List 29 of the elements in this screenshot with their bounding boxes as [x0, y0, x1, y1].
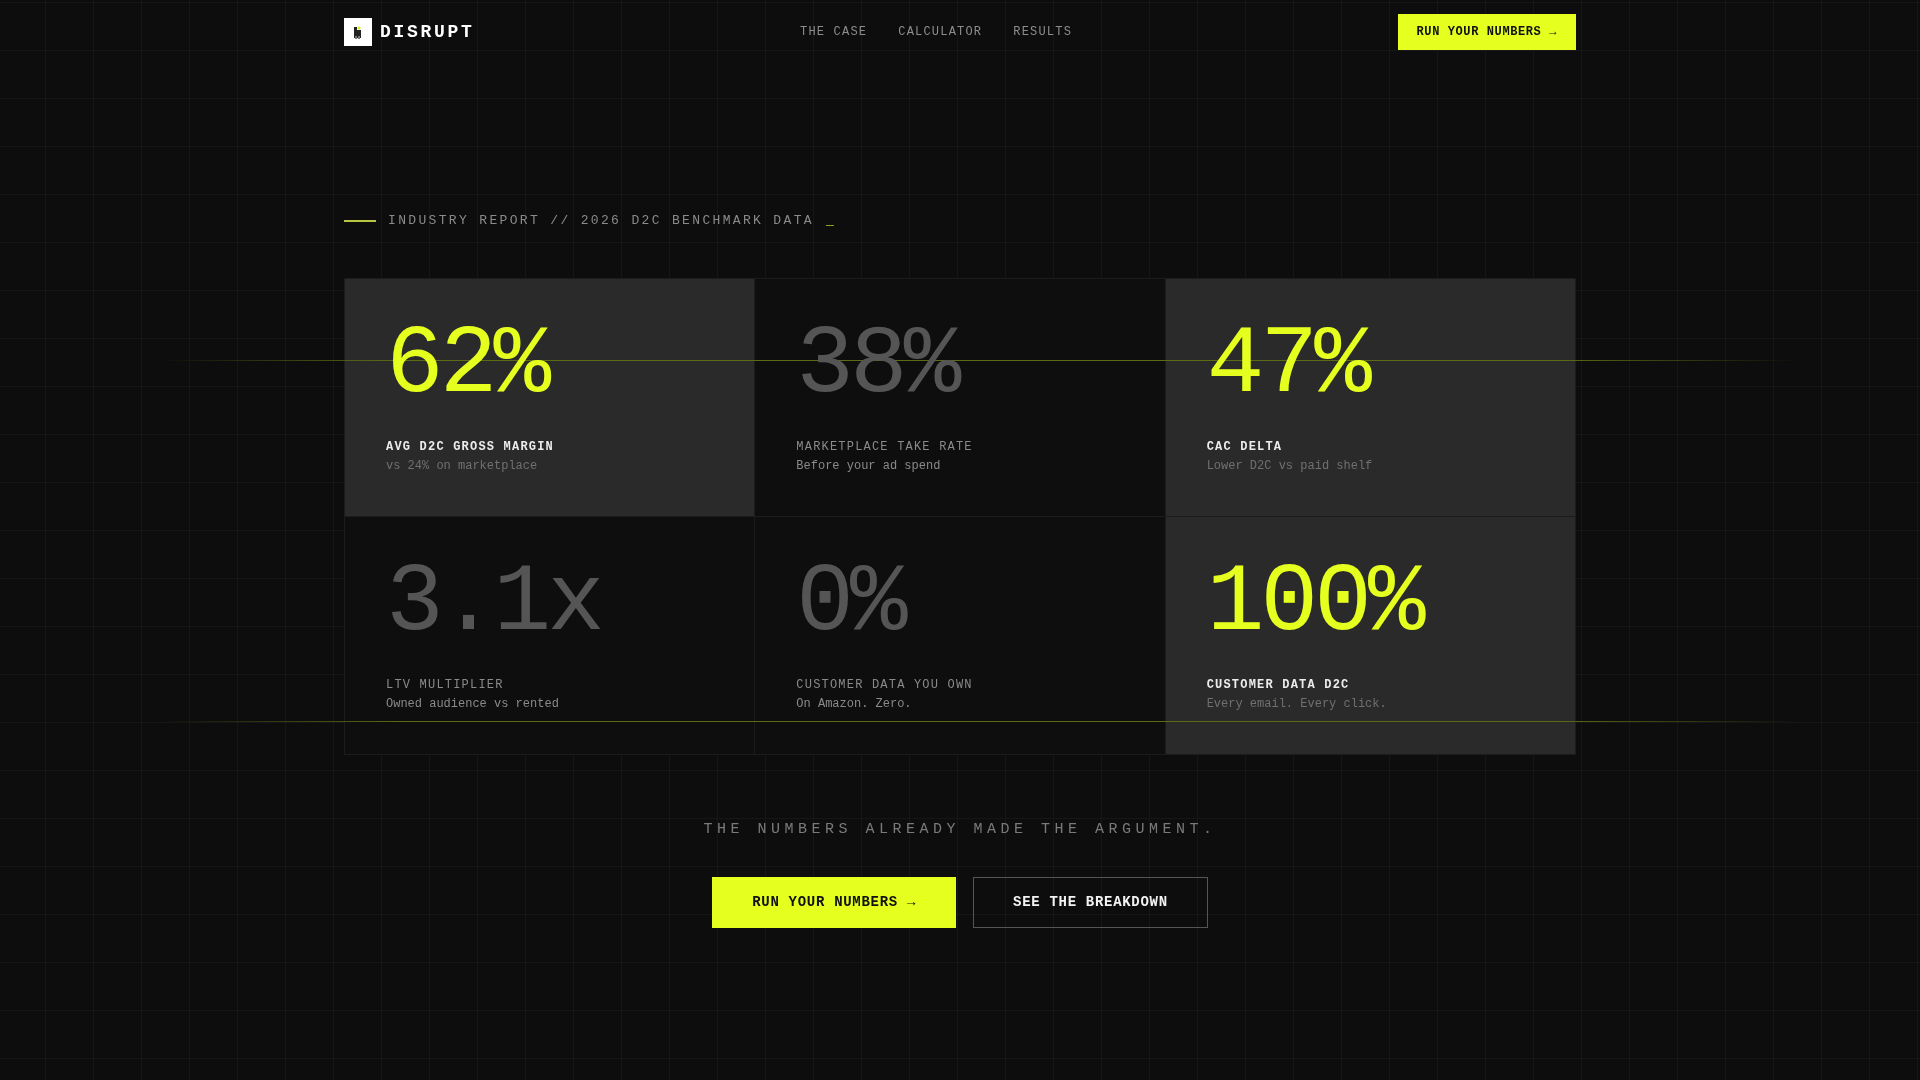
stat-note: vs 24% on marketplace: [386, 458, 538, 475]
stat-note: Every email. Every click.: [1206, 696, 1387, 713]
stat-note: On Amazon. Zero.: [796, 696, 912, 713]
stat-label: MARKETPLACE TAKE RATE: [796, 439, 973, 456]
section-eyebrow: INDUSTRY REPORT // 2026 D2C BENCHMARK DATA: [388, 212, 814, 230]
stat-note: Lower D2C vs paid shelf: [1206, 458, 1373, 475]
nav-link[interactable]: THE CASE: [800, 23, 868, 41]
nav-link[interactable]: CALCULATOR: [898, 23, 983, 41]
brand-name[interactable]: DISRUPT: [380, 23, 475, 41]
stat-label: CUSTOMER DATA D2C: [1206, 677, 1350, 694]
stat-value: 100%: [1206, 556, 1422, 652]
text-cursor: _: [825, 212, 834, 230]
stat-value: 0%: [796, 556, 904, 652]
logo-icon[interactable]: [344, 18, 372, 46]
stat-value: 62%: [386, 318, 548, 414]
nav-link[interactable]: RESULTS: [1013, 23, 1073, 41]
stat-value: 47%: [1206, 318, 1368, 414]
stat-note: Owned audience vs rented: [386, 696, 559, 713]
run-numbers-button[interactable]: RUN YOUR NUMBERS →: [712, 877, 957, 928]
accent-line: [344, 220, 376, 222]
stat-label: CUSTOMER DATA YOU OWN: [796, 677, 973, 694]
tagline: THE NUMBERS ALREADY MADE THE ARGUMENT.: [702, 820, 1218, 840]
stat-label: AVG D2C GROSS MARGIN: [386, 439, 555, 456]
stat-note: Before your ad spend: [796, 458, 941, 475]
header-cta-button[interactable]: RUN YOUR NUMBERS →: [1397, 14, 1576, 50]
breakdown-button[interactable]: SEE THE BREAKDOWN: [973, 877, 1208, 928]
stat-label: LTV MULTIPLIER: [386, 677, 504, 694]
stat-label: CAC DELTA: [1206, 439, 1283, 456]
stat-value: 3.1x: [386, 556, 602, 652]
